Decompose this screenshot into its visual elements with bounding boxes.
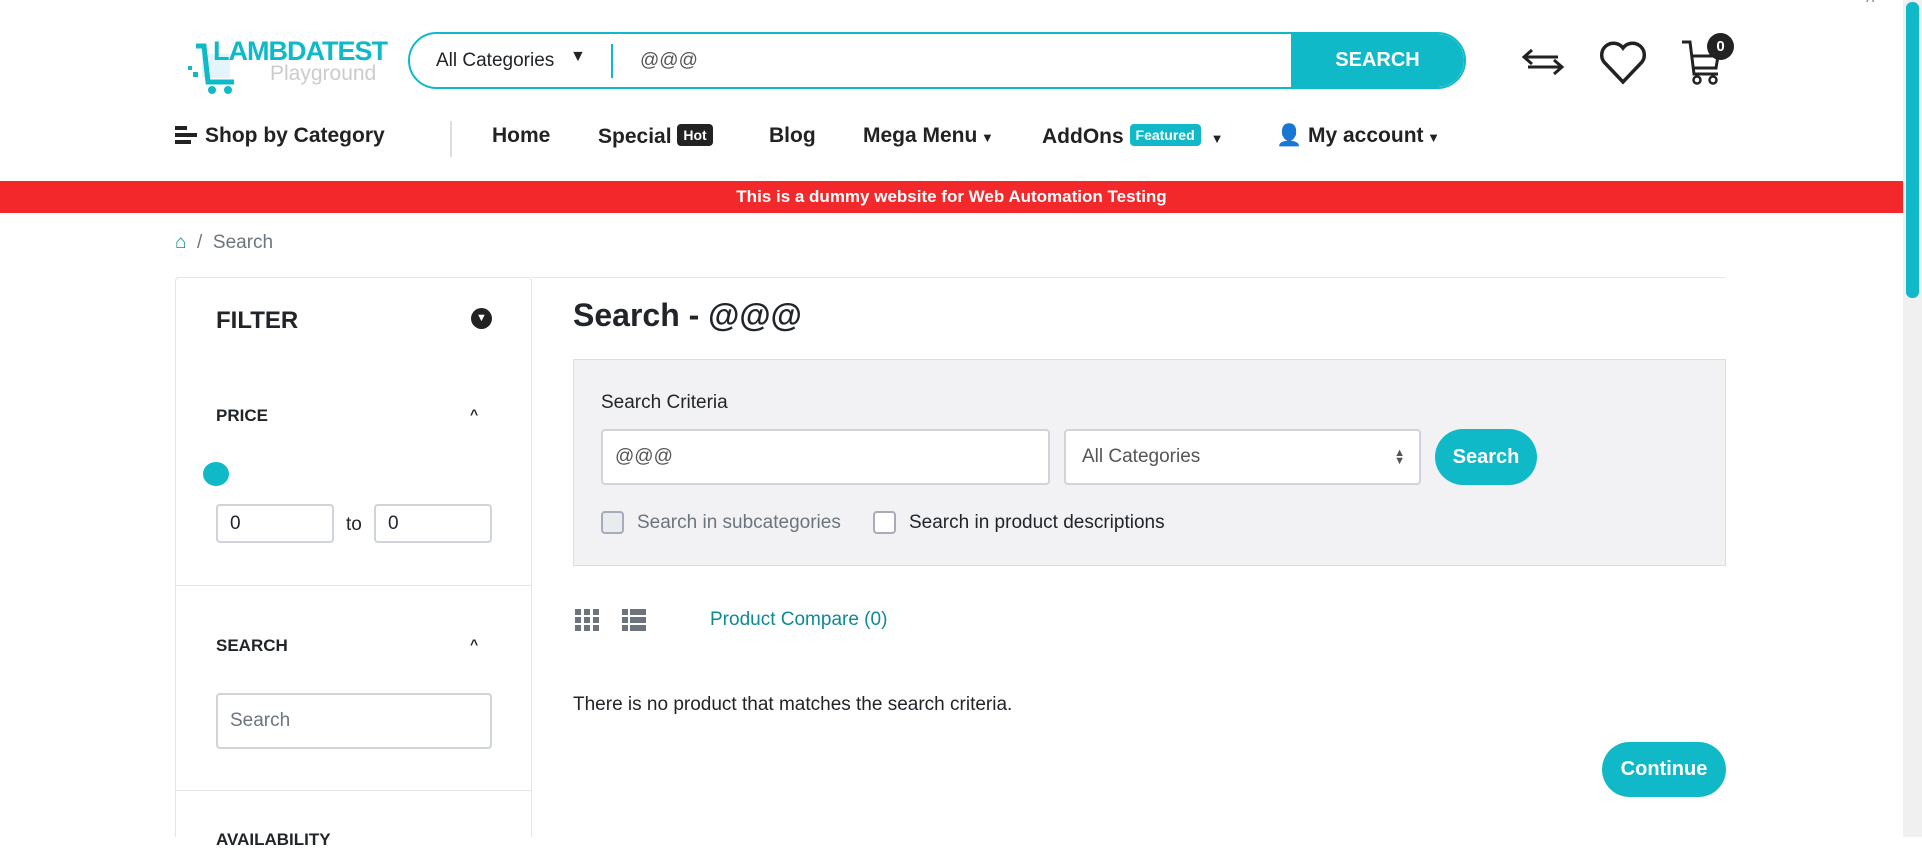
select-arrows-icon: ▲ ▼ bbox=[1394, 447, 1405, 467]
search-input[interactable]: @@@ bbox=[640, 50, 698, 72]
logo-sub: Playground bbox=[270, 62, 377, 85]
descriptions-label: Search in product descriptions bbox=[909, 512, 1165, 533]
divider bbox=[176, 585, 531, 586]
breadcrumb-current: Search bbox=[212, 232, 274, 253]
category-value: All Categories bbox=[1082, 446, 1201, 467]
criteria-category-select[interactable]: All Categories ▲ ▼ bbox=[1064, 429, 1421, 485]
list-view-icon[interactable] bbox=[622, 609, 646, 631]
divider bbox=[611, 44, 613, 78]
availability-heading: AVAILABILITY bbox=[216, 830, 331, 849]
compare-icon[interactable] bbox=[1520, 44, 1568, 80]
search-criteria-label: Search Criteria bbox=[601, 392, 728, 413]
search-criteria-panel: Search Criteria @@@ All Categories ▲ ▼ Sea… bbox=[573, 359, 1726, 566]
home-icon[interactable]: ⌂ bbox=[175, 232, 186, 253]
chevron-up-icon[interactable]: ^ bbox=[470, 636, 478, 652]
breadcrumb: ⌂ / Search bbox=[175, 232, 274, 253]
nav-special[interactable]: Special Hot bbox=[598, 124, 713, 149]
shop-by-category[interactable]: Shop by Category bbox=[175, 124, 385, 148]
price-slider-handle[interactable] bbox=[203, 462, 229, 486]
nav-special-label: Special bbox=[598, 125, 672, 148]
category-select[interactable]: All Categories bbox=[436, 50, 554, 72]
close-icon[interactable]: ^ bbox=[1866, 0, 1874, 13]
nav-home[interactable]: Home bbox=[492, 124, 550, 148]
search-button[interactable]: SEARCH bbox=[1291, 34, 1464, 87]
nav-divider bbox=[450, 121, 452, 157]
price-min-input[interactable]: 0 bbox=[216, 504, 334, 543]
menu-icon bbox=[175, 126, 197, 144]
nav-addons[interactable]: AddOns Featured ▼ bbox=[1042, 124, 1224, 149]
chevron-up-icon[interactable]: ^ bbox=[470, 406, 478, 422]
caret-down-icon: ▼ bbox=[977, 130, 994, 145]
cart-count-badge: 0 bbox=[1707, 33, 1734, 60]
price-max-input[interactable]: 0 bbox=[374, 504, 492, 543]
nav-my-account-label: My account bbox=[1308, 124, 1424, 147]
price-heading: PRICE bbox=[216, 406, 268, 425]
subcategories-label: Search in subcategories bbox=[637, 512, 841, 533]
grid-view-icon[interactable] bbox=[575, 609, 599, 631]
featured-badge: Featured bbox=[1129, 124, 1201, 146]
nav-blog[interactable]: Blog bbox=[769, 124, 816, 148]
descriptions-checkbox[interactable] bbox=[873, 511, 896, 534]
caret-down-icon: ▼ bbox=[1210, 131, 1224, 146]
product-compare-link[interactable]: Product Compare (0) bbox=[710, 609, 887, 631]
no-results-message: There is no product that matches the sea… bbox=[573, 694, 1013, 715]
user-icon: 👤 bbox=[1276, 124, 1303, 147]
scrollbar-thumb[interactable] bbox=[1906, 2, 1919, 298]
nav-my-account[interactable]: 👤 My account ▼ bbox=[1276, 124, 1440, 148]
scrollbar[interactable] bbox=[1903, 0, 1922, 837]
nav-mega-menu-label: Mega Menu bbox=[863, 124, 978, 147]
divider bbox=[532, 277, 1725, 278]
caret-down-icon: ▼ bbox=[1423, 130, 1441, 145]
nav-addons-label: AddOns bbox=[1042, 125, 1124, 148]
search-heading: SEARCH bbox=[216, 636, 288, 655]
criteria-search-button[interactable]: Search bbox=[1435, 429, 1537, 485]
nav-mega-menu[interactable]: Mega Menu ▼ bbox=[863, 124, 994, 148]
divider bbox=[176, 790, 531, 791]
criteria-keyword-input[interactable]: @@@ bbox=[601, 429, 1050, 485]
filter-title: FILTER bbox=[216, 307, 299, 334]
price-to-label: to bbox=[346, 514, 362, 535]
chevron-down-icon: ▼ bbox=[570, 48, 586, 65]
header-search: All Categories ▼ @@@ SEARCH bbox=[408, 32, 1466, 89]
hot-badge: Hot bbox=[677, 124, 713, 146]
page-title: Search - @@@ bbox=[573, 297, 802, 333]
wishlist-heart-icon[interactable] bbox=[1598, 40, 1648, 86]
notice-banner: This is a dummy website for Web Automati… bbox=[0, 181, 1903, 213]
continue-button[interactable]: Continue bbox=[1602, 742, 1726, 797]
chevron-down-circle-icon[interactable]: ▼ bbox=[471, 308, 492, 329]
shop-by-category-label: Shop by Category bbox=[205, 124, 385, 147]
subcategories-checkbox[interactable] bbox=[601, 511, 624, 534]
filter-search-input[interactable]: Search bbox=[216, 693, 492, 749]
filter-sidebar: FILTER ▼ PRICE ^ 0 to 0 SEARCH ^ Search … bbox=[175, 277, 532, 849]
